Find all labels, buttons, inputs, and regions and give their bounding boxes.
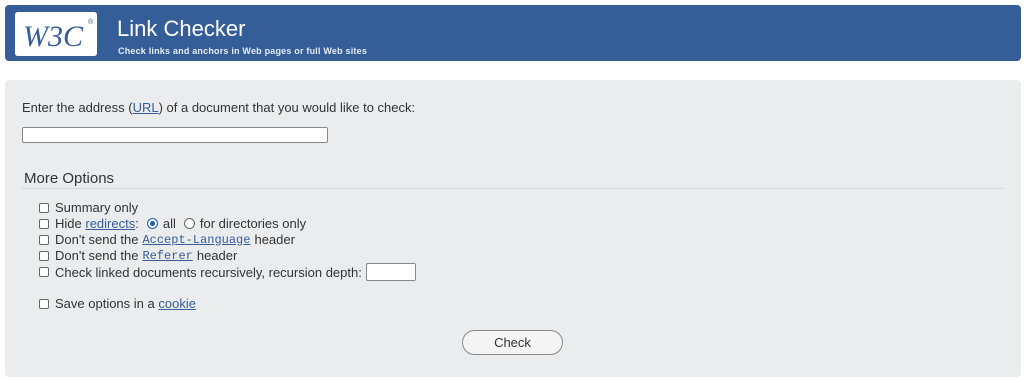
page-subtitle: Check links and anchors in Web pages or … [118,46,368,56]
url-prompt: Enter the address (URL) of a document th… [22,100,415,115]
referer-prefix[interactable]: Don't send the [55,248,138,263]
referer-checkbox[interactable] [39,250,49,261]
recursive-checkbox[interactable] [39,267,49,277]
more-options-legend: More Options [24,170,115,187]
accept-language-checkbox[interactable] [39,234,49,245]
option-accept-language: Don't send the Accept-Language header [39,232,295,247]
option-referer: Don't send the Referer header [39,248,237,263]
accept-language-code[interactable]: Accept-Language [142,233,250,247]
radio-directories-label[interactable]: for directories only [200,216,306,231]
page-title: Link Checker [117,16,246,41]
hide-label[interactable]: Hide [55,216,82,231]
svg-text:W3C: W3C [23,20,84,53]
option-hide-redirects: Hide redirects: all for directories only [39,216,306,231]
save-cookie-prefix[interactable]: Save options in a [55,296,155,311]
w3c-logo[interactable]: W3C ® [15,12,97,56]
option-recursive: Check linked documents recursively, recu… [39,263,416,281]
url-help-link[interactable]: URL [133,100,159,115]
w3c-logo-icon: W3C ® [15,12,97,56]
radio-all[interactable] [146,218,158,229]
radio-all-label[interactable]: all [163,216,176,231]
referer-code[interactable]: Referer [142,249,192,263]
url-input[interactable] [22,127,328,143]
recursive-label[interactable]: Check linked documents recursively, recu… [55,265,362,280]
radio-directories-only[interactable] [183,218,195,229]
hide-colon: : [135,216,139,231]
summary-only-label[interactable]: Summary only [55,200,138,215]
accept-language-prefix[interactable]: Don't send the [55,232,138,247]
recursion-depth-input[interactable] [365,263,416,281]
cookie-link[interactable]: cookie [158,296,196,311]
referer-suffix[interactable]: header [197,248,237,263]
hide-redirects-checkbox[interactable] [39,218,49,229]
header-banner: W3C ® Link Checker Check links and ancho… [5,5,1021,61]
options-divider [22,188,1003,189]
url-prompt-after: ) of a document that you would like to c… [158,100,416,115]
accept-language-suffix[interactable]: header [254,232,294,247]
option-summary-only: Summary only [39,200,138,215]
redirects-link[interactable]: redirects [85,216,135,231]
main-form-panel: Enter the address (URL) of a document th… [5,80,1021,377]
save-cookie-checkbox[interactable] [39,298,49,309]
summary-only-checkbox[interactable] [39,202,49,213]
option-save-cookie: Save options in a cookie [39,296,196,311]
check-button[interactable]: Check [462,330,563,355]
svg-text:®: ® [88,18,94,26]
url-prompt-before: Enter the address ( [22,100,133,115]
